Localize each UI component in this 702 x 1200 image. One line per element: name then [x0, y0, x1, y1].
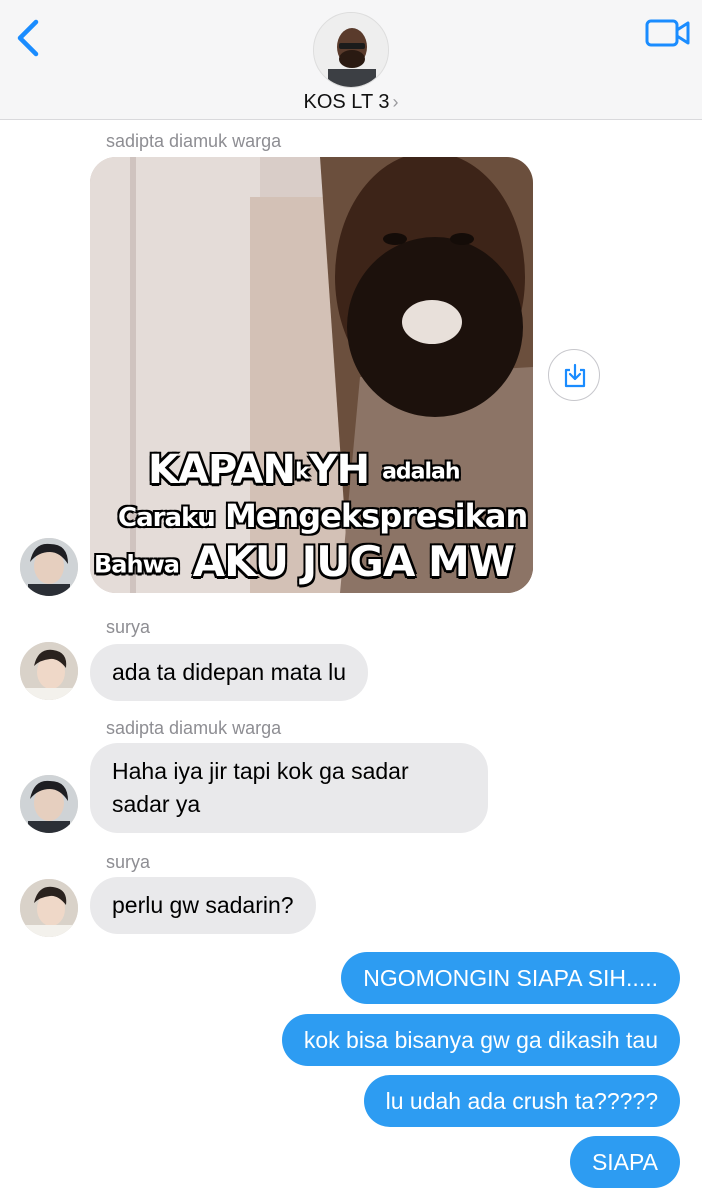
meme-word: KAPAN: [148, 447, 296, 493]
outgoing-message[interactable]: SIAPA: [569, 1136, 680, 1188]
outgoing-message[interactable]: kok bisa bisanya gw ga dikasih tau: [281, 1014, 680, 1066]
video-call-button[interactable]: [644, 17, 692, 49]
group-avatar-photo: [314, 13, 388, 87]
sender-name: sadipta diamuk warga: [106, 131, 282, 151]
meme-word: Bahwa: [94, 550, 180, 579]
outgoing-message[interactable]: NGOMONGIN SIAPA SIH.....: [341, 952, 680, 1004]
meme-image[interactable]: KAPANkYH adalah Caraku Mengekspresikan B…: [90, 157, 533, 593]
avatar[interactable]: [20, 775, 78, 833]
meme-caption-line-2: Caraku Mengekspresikan: [118, 497, 528, 535]
sender-name: surya: [106, 852, 151, 872]
group-name: KOS LT 3: [303, 91, 390, 113]
sender-name: sadipta diamuk warga: [106, 718, 282, 738]
sender-name: surya: [106, 617, 151, 637]
back-button[interactable]: [10, 16, 50, 60]
avatar[interactable]: [20, 538, 78, 596]
meme-word: Caraku: [118, 503, 216, 533]
group-avatar[interactable]: [313, 12, 389, 88]
meme-word: YH: [308, 447, 370, 493]
outgoing-message[interactable]: lu udah ada crush ta?????: [363, 1075, 680, 1127]
download-icon: [564, 363, 586, 388]
avatar-photo: [20, 642, 78, 700]
meme-word: k: [295, 459, 310, 485]
incoming-message[interactable]: perlu gw sadarin?: [90, 877, 316, 934]
meme-caption-line-3: Bahwa AKU JUGA MW: [94, 537, 515, 586]
incoming-message[interactable]: Haha iya jir tapi kok ga sadar sadar ya: [90, 743, 488, 833]
meme-word: AKU JUGA MW: [192, 537, 515, 586]
meme-word: adalah: [382, 459, 460, 485]
chat-header: KOS LT 3 ›: [0, 0, 702, 120]
avatar-photo: [20, 879, 78, 937]
incoming-message[interactable]: ada ta didepan mata lu: [90, 644, 369, 701]
chevron-left-icon: [17, 19, 39, 57]
avatar-photo: [20, 538, 78, 596]
group-name-button[interactable]: KOS LT 3 ›: [251, 91, 451, 114]
chevron-right-icon: ›: [392, 92, 399, 112]
save-image-button[interactable]: [548, 349, 600, 401]
avatar[interactable]: [20, 642, 78, 700]
video-camera-icon: [645, 19, 690, 47]
avatar[interactable]: [20, 879, 78, 937]
meme-caption-line-1: KAPANkYH adalah: [148, 447, 461, 493]
meme-word: Mengekspresikan: [224, 497, 528, 535]
avatar-photo: [20, 775, 78, 833]
